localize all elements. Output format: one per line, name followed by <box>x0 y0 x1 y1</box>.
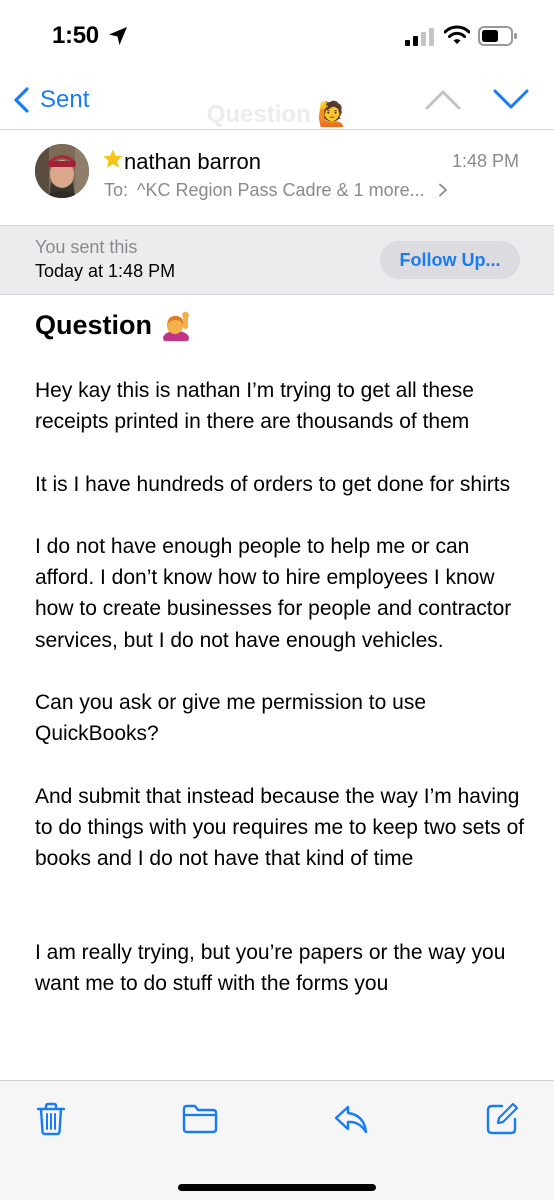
next-message-chevron-down-icon[interactable] <box>492 86 530 112</box>
status-bar: 1:50 <box>0 0 554 72</box>
follow-up-button[interactable]: Follow Up... <box>380 241 520 279</box>
bottom-toolbar <box>0 1080 554 1200</box>
body-paragraph: Can you ask or give me permission to use… <box>35 690 427 746</box>
cellular-signal-icon <box>405 28 434 46</box>
body-paragraph: I am really trying, but you’re papers or… <box>35 940 506 995</box>
body-paragraph: And submit that instead because the way … <box>35 784 525 870</box>
back-button[interactable]: Sent <box>12 84 89 116</box>
body-paragraph: It is I have hundreds of orders to get d… <box>35 472 511 496</box>
avatar-photo <box>35 144 89 198</box>
chevron-left-icon <box>14 87 29 113</box>
to-prefix: To: <box>104 180 129 200</box>
avatar[interactable] <box>35 144 89 198</box>
home-indicator[interactable] <box>178 1184 376 1191</box>
trash-icon[interactable] <box>33 1101 69 1137</box>
location-arrow-icon <box>109 27 127 45</box>
person-raising-hand-emoji-icon <box>163 311 190 341</box>
recipients-line[interactable]: To: ^KC Region Pass Cadre & 1 more... <box>104 180 448 201</box>
sender-name[interactable]: nathan barron <box>124 149 261 175</box>
battery-icon <box>478 26 517 46</box>
body-paragraph: I do not have enough people to help me o… <box>35 534 512 652</box>
email-subject: Question <box>35 310 192 341</box>
body-paragraph: Hey kay this is nathan I’m trying to get… <box>35 379 474 434</box>
message-header: nathan barron 1:48 PM To: ^KC Region Pas… <box>0 130 554 224</box>
chevron-right-icon <box>438 183 447 197</box>
reply-icon[interactable] <box>333 1101 369 1137</box>
status-time: 1:50 <box>52 22 99 49</box>
message-time: 1:48 PM <box>451 151 519 171</box>
compose-icon[interactable] <box>484 1101 520 1137</box>
sent-status-text: You sent this <box>35 237 138 257</box>
folder-icon[interactable] <box>182 1101 218 1137</box>
star-icon <box>103 149 123 168</box>
wifi-icon <box>444 25 470 44</box>
email-body: Hey kay this is nathan I’m trying to get… <box>35 375 525 1081</box>
previous-message-chevron-up-icon[interactable] <box>424 86 462 112</box>
nav-bar: Question 🙋 Sent <box>0 72 554 128</box>
sent-banner: You sent this Today at 1:48 PM Follow Up… <box>0 225 554 295</box>
subject-text: Question <box>35 310 153 340</box>
back-label: Sent <box>40 86 90 113</box>
to-recipients: ^KC Region Pass Cadre & 1 more... <box>137 180 425 200</box>
sent-time-text: Today at 1:48 PM <box>35 261 176 281</box>
